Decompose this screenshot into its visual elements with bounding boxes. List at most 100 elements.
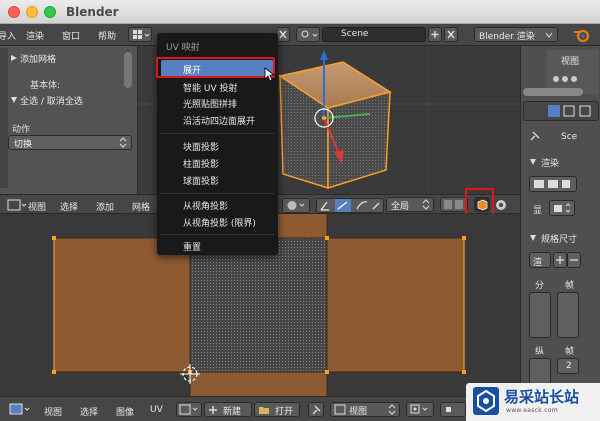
chevron-updown-icon: [388, 404, 396, 415]
layout-selector-button[interactable]: [128, 27, 152, 42]
vp-menu-select[interactable]: 选择: [60, 200, 78, 213]
shading-mode-button[interactable]: [282, 198, 310, 213]
horizontal-scrollbar[interactable]: [523, 88, 583, 96]
z-arrow-icon: [320, 50, 328, 60]
vertex-select-icon: [446, 407, 451, 412]
orientation-label: 全局: [391, 202, 410, 212]
vp-menu-view[interactable]: 视图: [28, 200, 46, 213]
menu-item-lightmap-pack[interactable]: 光照贴图拼排: [183, 97, 237, 110]
frame-range-fields[interactable]: [557, 292, 579, 338]
tool-shelf-tabs[interactable]: [0, 48, 8, 188]
face-mode-annotation: [465, 188, 494, 216]
menu-window[interactable]: 窗口: [62, 29, 80, 42]
menu-item-project-from-view-bounds[interactable]: 从视角投影 (限界): [183, 216, 256, 229]
display-select[interactable]: [549, 200, 575, 216]
uv-face-bottom[interactable]: [190, 372, 327, 396]
uv-menu-view[interactable]: 视图: [44, 405, 62, 418]
collapse-triangle-icon[interactable]: [529, 158, 537, 166]
scene-type-button[interactable]: [296, 27, 320, 42]
window-title: Blender: [66, 5, 119, 19]
open-image-button[interactable]: 打开: [254, 402, 300, 417]
display-label: 显: [533, 206, 543, 216]
scene-add-button[interactable]: [428, 27, 442, 42]
close-icon: [447, 30, 455, 39]
menu-item-cube-projection[interactable]: 块面投影: [183, 140, 219, 153]
vp-menu-add[interactable]: 添加: [96, 200, 114, 213]
frame-step-label: 帧: [565, 347, 575, 357]
properties-tab-icons: [548, 105, 591, 117]
properties-editor: 视图 Sce 渲染 显 规格尺寸 渲 分 帧 纵 帧 2: [520, 46, 600, 421]
open-image-label: 打开: [275, 407, 294, 417]
menu-item-smart-uv-project[interactable]: 智能 UV 投射: [183, 81, 237, 94]
menu-separator: [161, 234, 274, 235]
action-label: 动作: [12, 125, 31, 135]
minimize-window-button[interactable]: [26, 6, 38, 18]
outliner-view-label[interactable]: 视图: [561, 54, 579, 67]
vertex-edge-icon: [444, 200, 463, 209]
vp-menu-mesh[interactable]: 网格: [132, 200, 150, 213]
scene-field[interactable]: Scene: [322, 27, 426, 42]
uv-menu-uv[interactable]: UV: [150, 405, 163, 415]
render-buttons[interactable]: [529, 176, 577, 192]
resolution-fields[interactable]: [529, 292, 551, 338]
image-browse-button[interactable]: [176, 402, 202, 417]
aspect-label: 纵: [535, 347, 545, 357]
uv-editor-header: 视图 选择 图像 UV 新建 打开 视图: [0, 396, 520, 421]
close-window-button[interactable]: [8, 6, 20, 18]
menu-item-sphere-projection[interactable]: 球面投影: [183, 174, 219, 187]
watermark-url: www.easck.com: [506, 407, 558, 414]
action-select[interactable]: 切换: [8, 135, 132, 150]
uv-selected-face[interactable]: [190, 238, 327, 372]
occlude-geometry-icon[interactable]: [494, 198, 508, 212]
menu-item-cylinder-projection[interactable]: 柱面投影: [183, 157, 219, 170]
dimensions-panel-title[interactable]: 规格尺寸: [541, 232, 577, 245]
pivot-select-button[interactable]: [406, 402, 434, 417]
plus-icon: [431, 31, 439, 38]
manipulator-buttons[interactable]: [316, 198, 384, 213]
chevron-updown-icon: [422, 199, 430, 210]
orientation-select[interactable]: 全局: [386, 197, 434, 212]
new-image-button[interactable]: 新建: [204, 402, 252, 417]
folder-icon: [259, 407, 269, 414]
watermark-logo-icon: [477, 389, 495, 413]
uv-menu-select[interactable]: 选择: [80, 405, 98, 418]
preset-remove-button[interactable]: [567, 252, 581, 268]
select-mode-button[interactable]: [440, 402, 466, 417]
maximize-window-button[interactable]: [44, 6, 56, 18]
origin-dot: [322, 116, 326, 120]
menu-import[interactable]: 导入: [0, 29, 16, 42]
menu-help[interactable]: 帮助: [98, 29, 116, 42]
close-icon: [279, 30, 287, 39]
pin-icon[interactable]: [529, 130, 541, 142]
scene-close-button[interactable]: [444, 27, 458, 42]
editor-type-icon[interactable]: [6, 198, 28, 212]
uv-mode-select[interactable]: 视图: [330, 402, 400, 417]
menu-render[interactable]: 渲染: [26, 29, 44, 42]
collapse-triangle-icon[interactable]: [10, 96, 18, 104]
collapse-triangle-icon[interactable]: [529, 234, 537, 242]
uv-mode-label: 视图: [349, 407, 368, 417]
transform-manipulator-icon: [320, 199, 380, 212]
select-mode-buttons[interactable]: [440, 197, 468, 212]
render-preset-select[interactable]: 渲: [529, 252, 551, 268]
render-engine-select[interactable]: Blender 渲染: [474, 27, 558, 42]
panel-add-mesh[interactable]: 添加网格: [20, 52, 56, 65]
menu-item-follow-active-quads[interactable]: 沿活动四边面展开: [183, 114, 255, 127]
expand-triangle-icon[interactable]: [10, 54, 18, 62]
uv-menu-image[interactable]: 图像: [116, 405, 134, 418]
editor-type-icon[interactable]: [8, 402, 32, 416]
layout-close-button[interactable]: [276, 27, 290, 42]
panel-select-all[interactable]: 全选 / 取消全选: [20, 94, 83, 107]
properties-tab-bar[interactable]: [523, 101, 599, 121]
cube-mesh[interactable]: [278, 61, 392, 190]
menu-item-project-from-view[interactable]: 从视角投影: [183, 199, 228, 212]
frame-rate-label: 帧: [565, 281, 575, 291]
preset-add-button[interactable]: [553, 252, 567, 268]
render-panel-title[interactable]: 渲染: [541, 156, 559, 169]
menu-item-reset[interactable]: 重置: [183, 240, 201, 253]
image-icon: [179, 404, 198, 415]
panel-scrollbar[interactable]: [124, 52, 132, 88]
pin-button[interactable]: [308, 402, 324, 417]
display-icon: [554, 203, 571, 213]
frame-step-field[interactable]: 2: [557, 358, 579, 374]
